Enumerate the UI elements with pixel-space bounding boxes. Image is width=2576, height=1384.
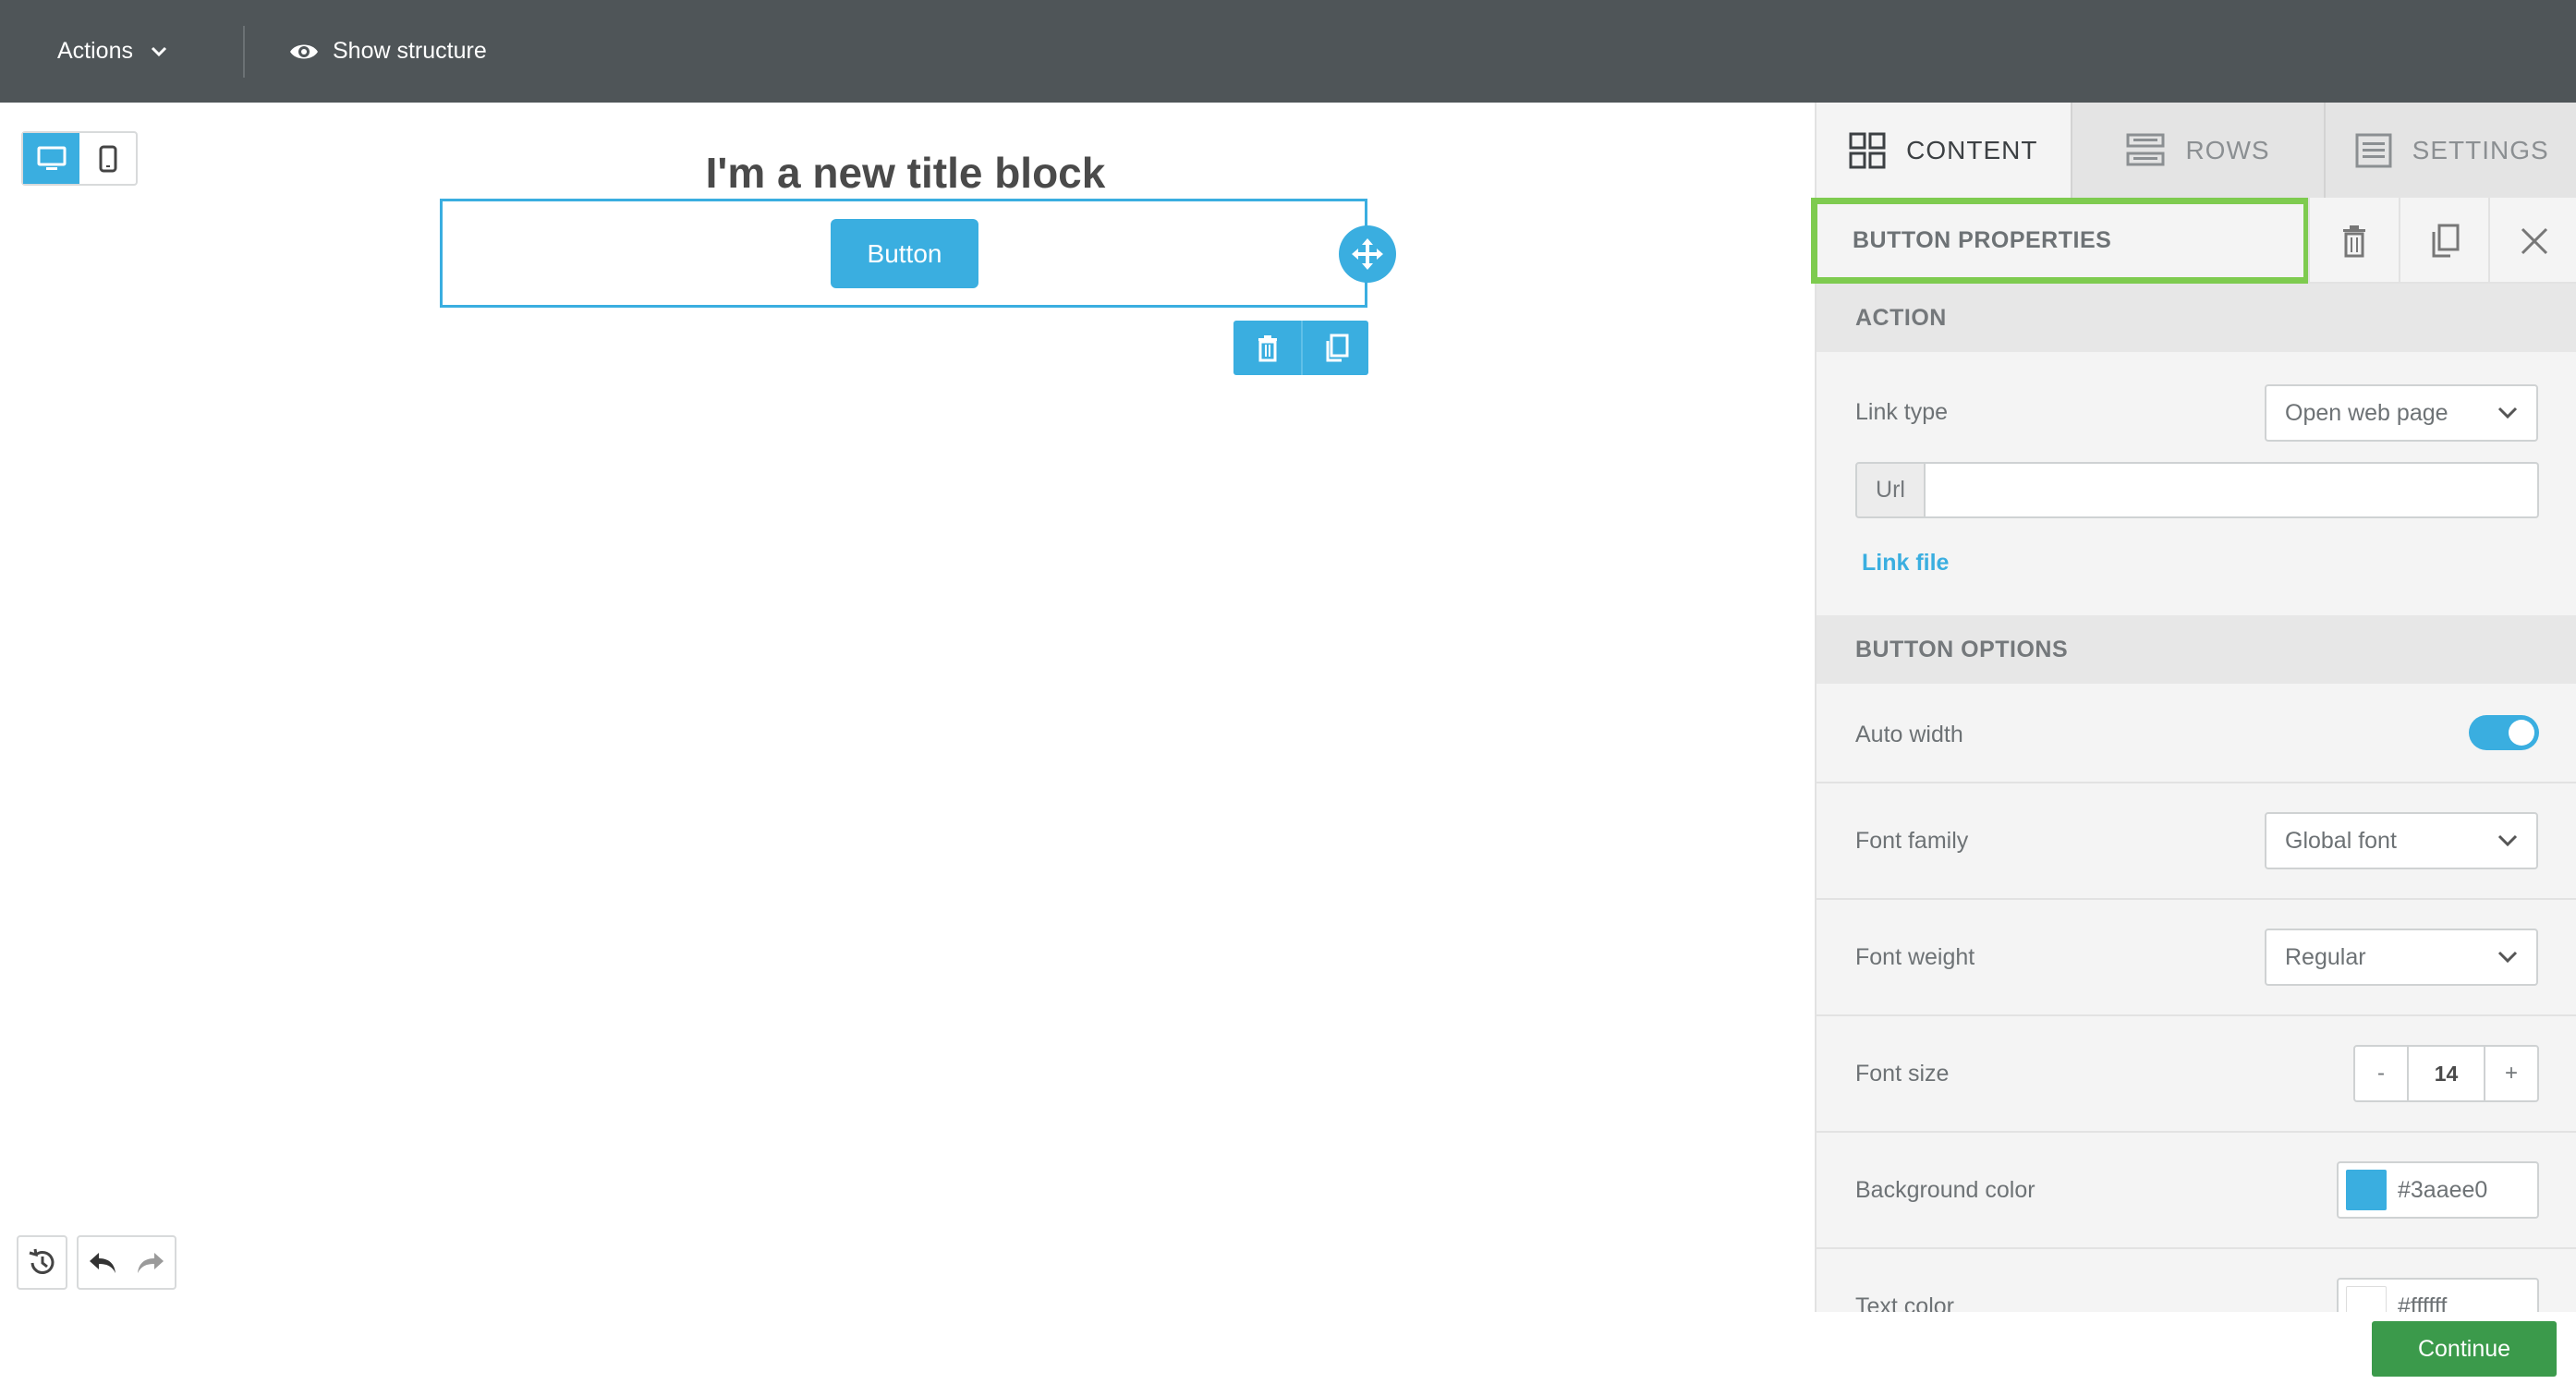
actions-label: Actions [57, 38, 133, 64]
history-controls [17, 1235, 176, 1290]
redo-icon [138, 1252, 164, 1273]
properties-title: BUTTON PROPERTIES [1811, 198, 2310, 284]
link-file-link[interactable]: Link file [1862, 550, 1949, 577]
background-color-row: Background color #3aaee0 [1817, 1133, 2576, 1249]
undo-button[interactable] [79, 1237, 127, 1288]
font-family-label: Font family [1855, 828, 1969, 854]
canvas-button[interactable]: Button [831, 219, 978, 288]
redo-button[interactable] [127, 1237, 175, 1288]
delete-block-button[interactable] [1233, 321, 1301, 375]
font-family-select[interactable]: Global font [2265, 812, 2538, 869]
chevron-down-icon [151, 46, 167, 56]
continue-button[interactable]: Continue [2372, 1321, 2557, 1377]
settings-list-icon [2355, 133, 2392, 167]
panel-tabs: CONTENT ROWS SETTINGS [1817, 103, 2576, 198]
desktop-view-button[interactable] [23, 133, 79, 184]
duplicate-block-button[interactable] [1301, 321, 1368, 375]
url-prefix-label: Url [1855, 462, 1926, 518]
background-color-value: #3aaee0 [2398, 1176, 2488, 1203]
tab-content-label: CONTENT [1906, 135, 2038, 164]
background-color-swatch[interactable] [2346, 1170, 2387, 1210]
history-button[interactable] [17, 1235, 67, 1290]
eye-icon [290, 44, 318, 58]
font-size-stepper: - 14 + [2353, 1045, 2539, 1102]
font-weight-row: Font weight Regular [1817, 900, 2576, 1016]
top-toolbar: Actions Show structure [0, 0, 2576, 103]
font-size-label: Font size [1855, 1061, 1950, 1087]
tab-settings[interactable]: SETTINGS [2324, 103, 2576, 198]
undo-redo-group [77, 1235, 176, 1290]
block-toolbar [1233, 321, 1368, 375]
font-family-value: Global font [2285, 827, 2397, 854]
url-input[interactable] [1926, 462, 2539, 518]
trash-icon [2342, 225, 2365, 257]
auto-width-row: Auto width [1817, 684, 2576, 783]
show-structure-button[interactable]: Show structure [288, 0, 487, 103]
link-type-label: Link type [1855, 399, 1949, 425]
mobile-icon [99, 145, 116, 172]
duplicate-properties-button[interactable] [2399, 198, 2488, 284]
url-field-group: Url [1855, 462, 2539, 518]
move-handle[interactable] [1339, 225, 1396, 283]
trash-icon [1258, 334, 1277, 361]
toggle-knob [2509, 720, 2534, 746]
grid-icon [1849, 132, 1886, 168]
toolbar-divider [243, 26, 245, 78]
undo-icon [90, 1252, 115, 1273]
actions-menu-button[interactable]: Actions [57, 0, 168, 103]
properties-header: BUTTON PROPERTIES [1811, 198, 2576, 284]
tab-settings-label: SETTINGS [2412, 135, 2549, 164]
font-weight-select[interactable]: Regular [2265, 929, 2538, 986]
chevron-down-icon [2497, 834, 2518, 847]
rows-icon [2126, 133, 2165, 165]
move-arrows-icon [1352, 238, 1383, 270]
close-icon [2521, 227, 2547, 254]
font-size-value[interactable]: 14 [2407, 1047, 2485, 1100]
title-block[interactable]: I'm a new title block [444, 148, 1367, 198]
tab-rows-label: ROWS [2185, 135, 2270, 164]
font-family-row: Font family Global font [1817, 783, 2576, 900]
font-size-row: Font size - 14 + [1817, 1016, 2576, 1133]
chevron-down-icon [2497, 951, 2518, 964]
auto-width-toggle[interactable] [2469, 715, 2539, 750]
auto-width-label: Auto width [1855, 722, 1963, 747]
show-structure-label: Show structure [333, 38, 487, 64]
copy-icon [2432, 224, 2459, 257]
delete-properties-button[interactable] [2308, 198, 2398, 284]
properties-panel: CONTENT ROWS SETTINGS BUTTON PROPERTIES … [1811, 103, 2576, 1384]
desktop-icon [37, 146, 66, 170]
font-weight-value: Regular [2285, 943, 2366, 970]
background-color-label: Background color [1855, 1177, 2035, 1203]
font-size-increment-button[interactable]: + [2485, 1047, 2537, 1100]
link-type-value: Open web page [2285, 399, 2448, 426]
tab-content[interactable]: CONTENT [1817, 103, 2071, 198]
tab-rows[interactable]: ROWS [2070, 103, 2325, 198]
close-properties-button[interactable] [2488, 198, 2576, 284]
background-color-field[interactable]: #3aaee0 [2337, 1161, 2539, 1219]
action-section-heading: ACTION [1817, 284, 2576, 352]
font-weight-label: Font weight [1855, 944, 1975, 970]
history-icon [29, 1248, 54, 1274]
device-preview-toggle [21, 131, 138, 186]
mobile-view-button[interactable] [79, 133, 136, 184]
font-size-decrement-button[interactable]: - [2355, 1047, 2407, 1100]
copy-icon [1326, 334, 1348, 361]
button-options-heading: BUTTON OPTIONS [1817, 615, 2576, 684]
chevron-down-icon [2497, 407, 2518, 419]
link-type-select[interactable]: Open web page [2265, 384, 2538, 442]
